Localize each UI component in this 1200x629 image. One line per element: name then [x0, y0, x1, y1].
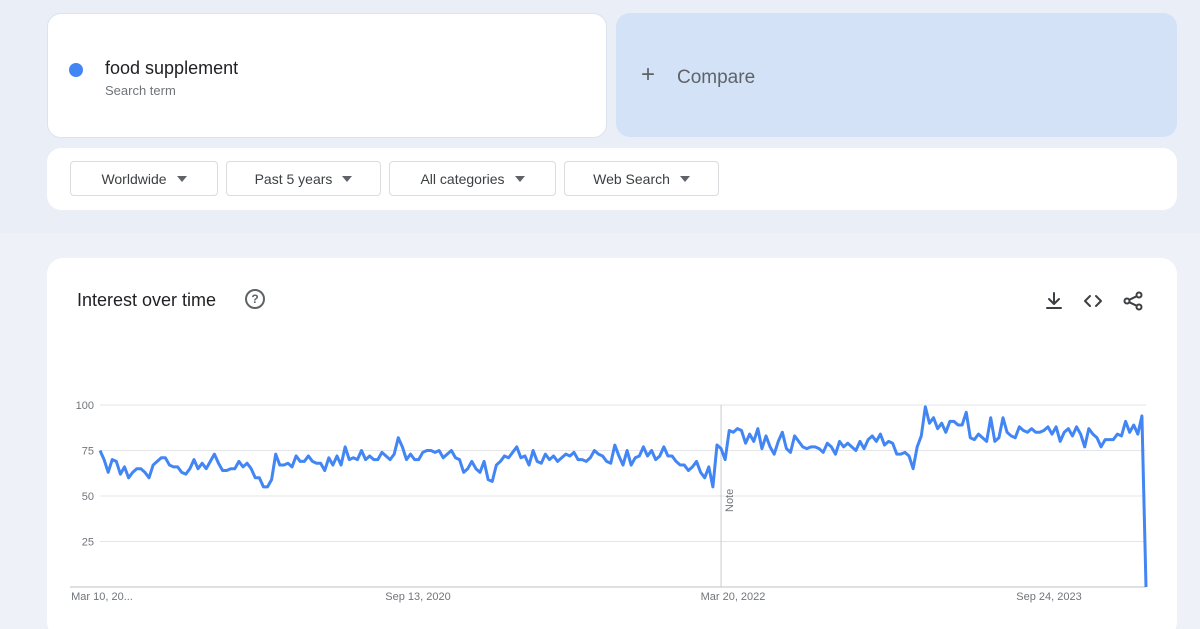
x-tick-label: Sep 24, 2023 [1016, 591, 1081, 603]
x-tick-label: Sep 13, 2020 [385, 591, 450, 603]
y-tick-label: 100 [76, 400, 94, 412]
y-tick-label: 75 [82, 446, 94, 458]
x-tick-label: Mar 20, 2022 [701, 591, 766, 603]
note-marker-label[interactable]: Note [724, 489, 736, 512]
x-tick-label: Mar 10, 20... [71, 591, 133, 603]
y-tick-label: 50 [82, 491, 94, 503]
series-line-food-supplement[interactable] [98, 405, 1148, 588]
interest-line-chart: 100 75 50 25 Note Mar 10, 20... Sep 13, 2020 Ma… [70, 400, 1148, 603]
y-tick-label: 25 [82, 537, 94, 549]
